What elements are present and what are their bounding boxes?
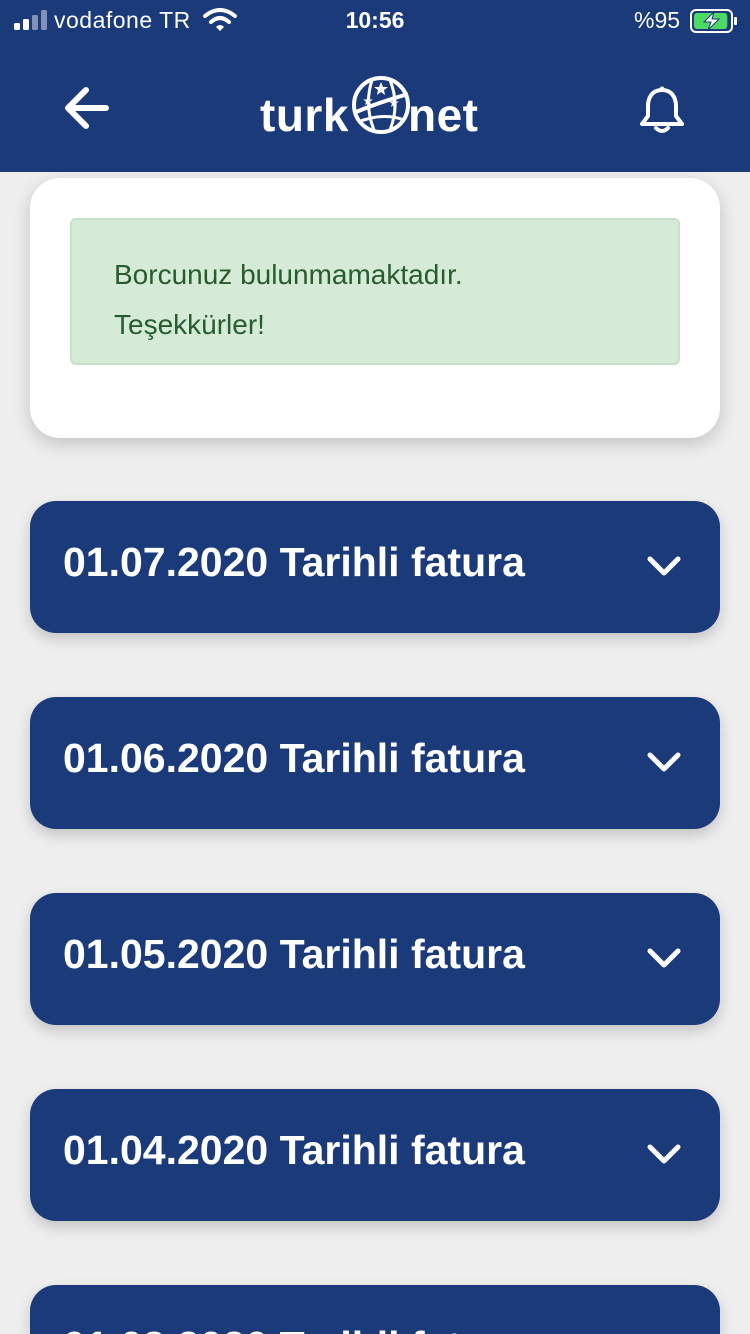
status-bar: vodafone TR 10:56 %95: [0, 0, 750, 44]
battery-percent: %95: [634, 7, 681, 33]
invoice-accordion-2020-05[interactable]: 01.05.2020 Tarihli fatura: [30, 893, 720, 1025]
invoice-title: 01.03.2020 Tarihli fatura: [63, 1323, 525, 1334]
logo-text-net: net: [408, 89, 479, 141]
battery-charging-icon: [690, 9, 737, 33]
bell-icon[interactable]: [636, 84, 688, 136]
debt-status-card: Borcunuz bulunmamaktadır. Teşekkürler!: [30, 178, 720, 438]
invoice-accordion-2020-03[interactable]: 01.03.2020 Tarihli fatura: [30, 1285, 720, 1334]
back-arrow-icon[interactable]: [62, 84, 114, 132]
logo-text-turk: turk: [260, 89, 349, 141]
invoice-accordion-2020-07[interactable]: 01.07.2020 Tarihli fatura: [30, 501, 720, 633]
success-alert: Borcunuz bulunmamaktadır. Teşekkürler!: [70, 218, 680, 365]
chevron-down-icon: [647, 752, 681, 772]
chevron-down-icon: [647, 1144, 681, 1164]
invoice-title: 01.05.2020 Tarihli fatura: [63, 931, 525, 977]
app-header: vodafone TR 10:56 %95 turk net: [0, 0, 750, 172]
turknet-logo: turk net: [258, 70, 494, 141]
invoice-accordion-2020-04[interactable]: 01.04.2020 Tarihli fatura: [30, 1089, 720, 1221]
invoice-title: 01.06.2020 Tarihli fatura: [63, 735, 525, 781]
invoice-title: 01.04.2020 Tarihli fatura: [63, 1127, 525, 1173]
chevron-down-icon: [647, 556, 681, 576]
invoice-accordion-2020-06[interactable]: 01.06.2020 Tarihli fatura: [30, 697, 720, 829]
alert-message: Borcunuz bulunmamaktadır.: [114, 259, 463, 290]
chevron-down-icon: [647, 948, 681, 968]
globe-icon: [352, 76, 410, 134]
invoice-title: 01.07.2020 Tarihli fatura: [63, 539, 525, 585]
alert-thanks: Teşekkürler!: [114, 309, 265, 340]
